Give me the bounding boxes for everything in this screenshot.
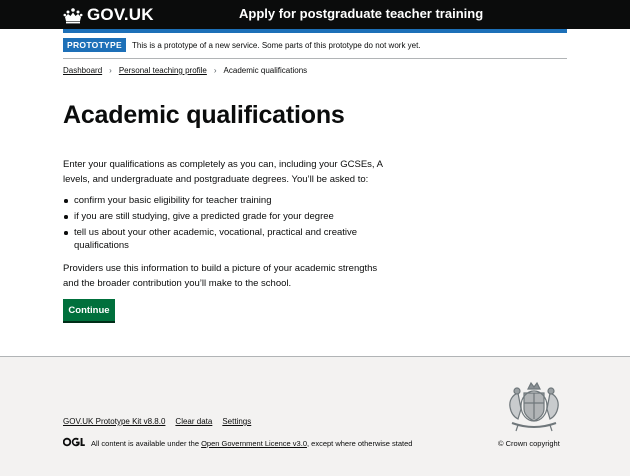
chevron-right-icon: › <box>213 66 217 75</box>
breadcrumb-personal-teaching-profile[interactable]: Personal teaching profile <box>119 66 207 75</box>
footer-link-prototype-kit[interactable]: GOV.UK Prototype Kit v8.8.0 <box>63 417 165 426</box>
phase-banner: PROTOTYPE This is a prototype of a new s… <box>63 38 567 59</box>
service-name-link[interactable]: Apply for postgraduate teacher training <box>239 6 483 21</box>
footer-links: GOV.UK Prototype Kit v8.8.0 Clear data S… <box>63 417 261 426</box>
requirements-list: confirm your basic eligibility for teach… <box>63 194 383 255</box>
list-item: if you are still studying, give a predic… <box>63 210 383 223</box>
footer-link-settings[interactable]: Settings <box>222 417 251 426</box>
providers-paragraph: Providers use this information to build … <box>63 263 378 289</box>
breadcrumb-dashboard[interactable]: Dashboard <box>63 66 102 75</box>
ogl-logo-icon <box>63 437 85 447</box>
footer-link-clear-data[interactable]: Clear data <box>175 417 212 426</box>
licence-prefix: All content is available under the <box>91 439 199 448</box>
royal-coat-of-arms-icon <box>509 381 559 432</box>
govuk-logo-link[interactable]: GOV.UK <box>63 5 154 25</box>
list-item: tell us about your other academic, vocat… <box>63 226 383 252</box>
breadcrumb: Dashboard › Personal teaching profile › … <box>63 66 307 75</box>
chevron-right-icon: › <box>109 66 112 75</box>
site-header: GOV.UK Apply for postgraduate teacher tr… <box>0 0 630 29</box>
licence-suffix: , except where otherwise stated <box>307 439 413 448</box>
breadcrumb-current: Academic qualifications <box>223 66 308 75</box>
header-blue-bar <box>63 29 567 33</box>
licence-link[interactable]: Open Government Licence v3.0 <box>201 439 307 448</box>
list-item: confirm your basic eligibility for teach… <box>63 194 383 207</box>
licence-text: All content is available under the Open … <box>91 439 412 448</box>
crown-copyright-link[interactable]: © Crown copyright <box>498 439 560 448</box>
site-footer: GOV.UK Prototype Kit v8.8.0 Clear data S… <box>0 356 630 476</box>
logo-text: GOV.UK <box>87 5 154 24</box>
page-title: Academic qualifications <box>63 101 345 129</box>
crown-icon <box>63 7 83 23</box>
intro-paragraph: Enter your qualifications as completely … <box>63 159 383 185</box>
continue-button[interactable]: Continue <box>63 299 115 321</box>
phase-tag: PROTOTYPE <box>63 38 126 52</box>
phase-banner-text: This is a prototype of a new service. So… <box>131 40 421 50</box>
